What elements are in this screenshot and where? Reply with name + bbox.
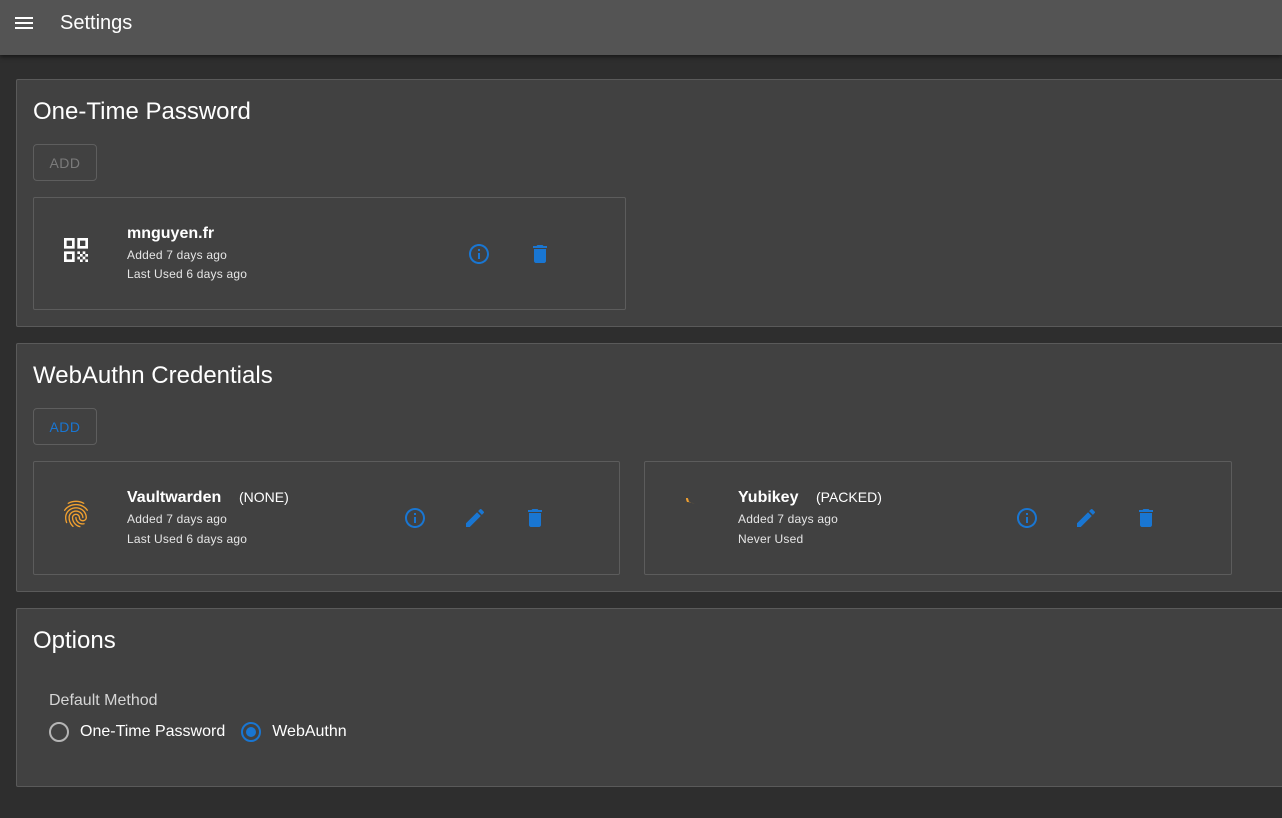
- webauthn-section: WebAuthn Credentials ADD Vaultwarden (NO…: [16, 343, 1282, 592]
- fingerprint-icon: [60, 498, 92, 530]
- radio-label: WebAuthn: [272, 723, 347, 740]
- credential-name: mnguyen.fr: [127, 225, 215, 242]
- credential-last-used: Never Used: [738, 532, 804, 546]
- credential-type: (NONE): [239, 489, 289, 505]
- info-icon[interactable]: [403, 506, 427, 530]
- default-method-label: Default Method: [49, 692, 158, 709]
- otp-add-button[interactable]: ADD: [33, 144, 97, 181]
- credential-type: (PACKED): [816, 489, 882, 505]
- trash-icon[interactable]: [523, 506, 547, 530]
- otp-credential-card: mnguyen.fr Added 7 days ago Last Used 6 …: [33, 197, 626, 310]
- trash-icon[interactable]: [528, 242, 552, 266]
- options-section-title: Options: [33, 627, 116, 654]
- info-icon[interactable]: [467, 242, 491, 266]
- webauthn-credential-card: Vaultwarden (NONE) Added 7 days ago Last…: [33, 461, 620, 575]
- qr-code-icon: [60, 234, 92, 266]
- menu-icon[interactable]: [12, 11, 36, 35]
- fingerprint-icon: [671, 497, 703, 530]
- credential-name: Yubikey: [738, 489, 799, 506]
- radio-label: One-Time Password: [80, 723, 226, 740]
- credential-name: Vaultwarden: [127, 489, 222, 506]
- credential-added: Added 7 days ago: [127, 248, 227, 262]
- credential-added: Added 7 days ago: [127, 512, 227, 526]
- radio-button[interactable]: [49, 722, 69, 742]
- pencil-icon[interactable]: [463, 506, 487, 530]
- app-bar: Settings: [0, 0, 1282, 55]
- radio-button[interactable]: [241, 722, 262, 742]
- otp-section-title: One-Time Password: [33, 98, 251, 125]
- credential-added: Added 7 days ago: [738, 512, 838, 526]
- credential-last-used: Last Used 6 days ago: [127, 267, 248, 281]
- pencil-icon[interactable]: [1074, 506, 1098, 530]
- radio-webauthn[interactable]: WebAuthn: [241, 722, 347, 742]
- otp-section: One-Time Password ADD mnguyen.fr Added 7…: [16, 79, 1282, 327]
- page-title: Settings: [60, 12, 133, 34]
- default-method-radio-group: One-Time Password WebAuthn: [49, 722, 363, 742]
- webauthn-credential-card: Yubikey (PACKED) Added 7 days ago Never …: [644, 461, 1232, 575]
- options-section: Options Default Method One-Time Password…: [16, 608, 1282, 787]
- webauthn-add-button[interactable]: ADD: [33, 408, 97, 445]
- webauthn-section-title: WebAuthn Credentials: [33, 362, 273, 389]
- trash-icon[interactable]: [1134, 506, 1158, 530]
- credential-last-used: Last Used 6 days ago: [127, 532, 248, 546]
- info-icon[interactable]: [1015, 506, 1039, 530]
- radio-one-time-password[interactable]: One-Time Password: [49, 722, 225, 742]
